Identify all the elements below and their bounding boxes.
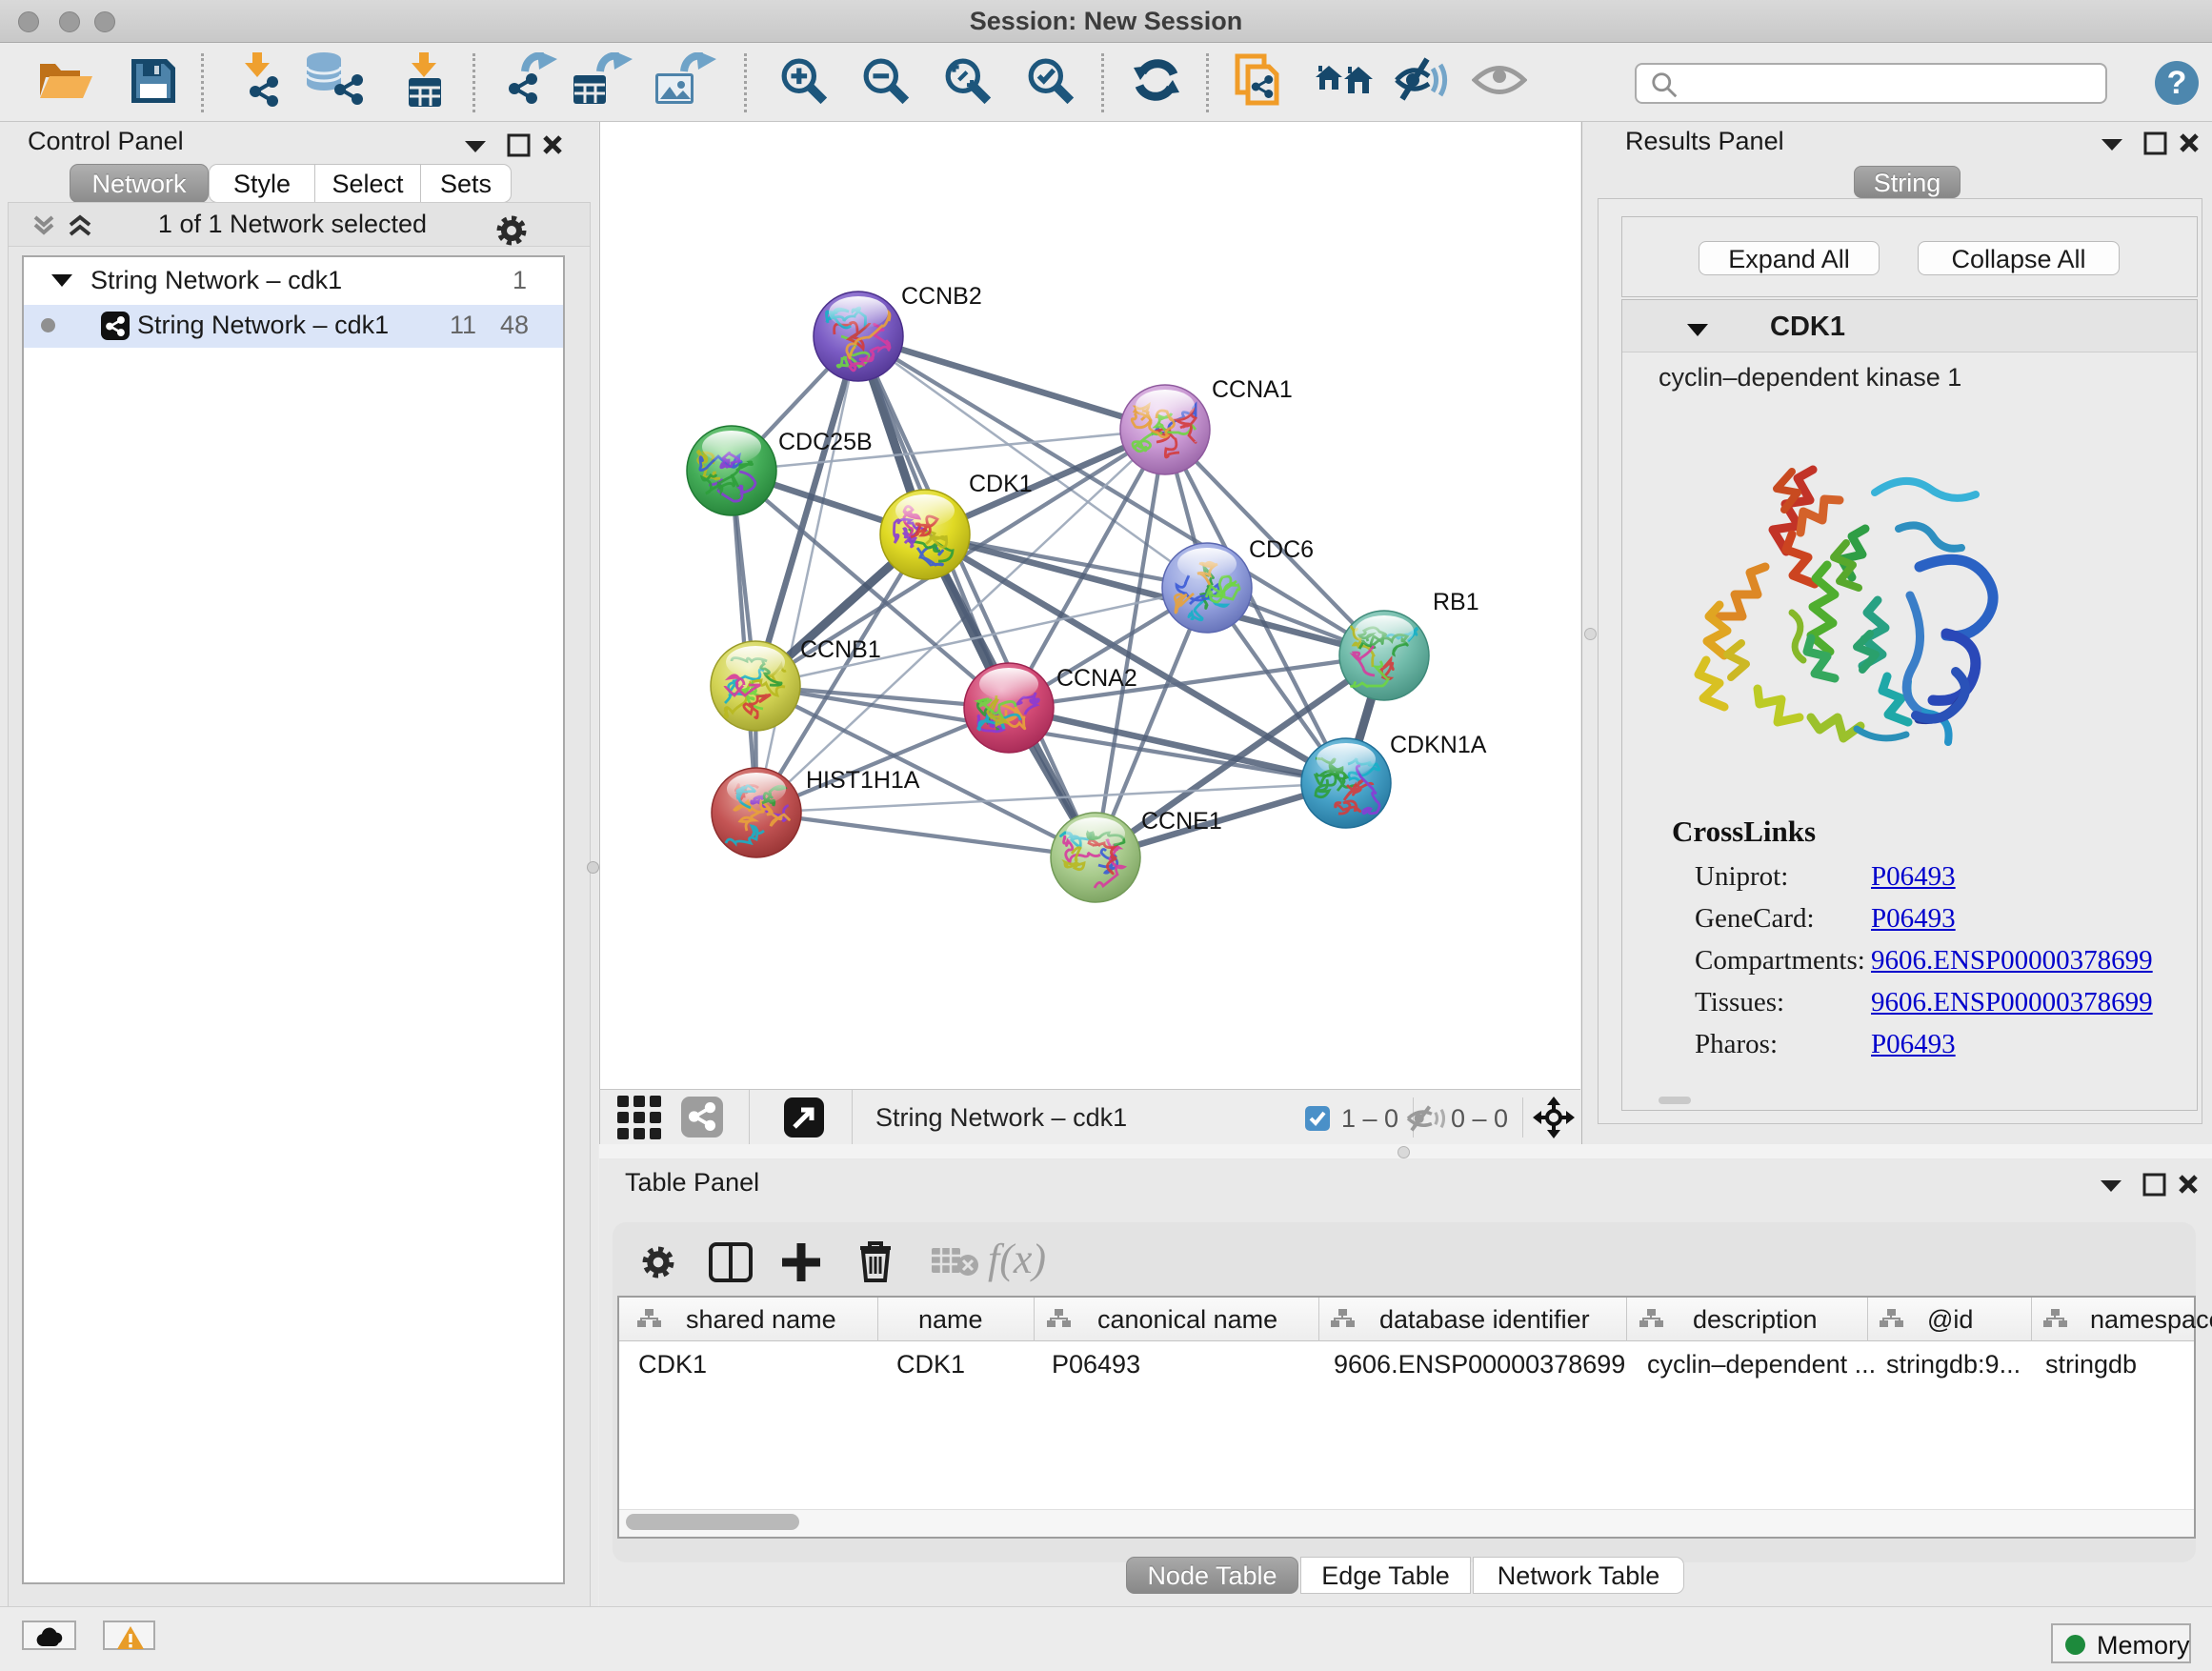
svg-text:CDC6: CDC6 xyxy=(1249,536,1314,563)
svg-text:CCNA1: CCNA1 xyxy=(1212,376,1293,403)
svg-text:CDK1: CDK1 xyxy=(969,471,1033,497)
svg-text:CDKN1A: CDKN1A xyxy=(1390,732,1487,758)
svg-text:CCNA2: CCNA2 xyxy=(1056,665,1137,692)
svg-text:RB1: RB1 xyxy=(1433,589,1479,615)
svg-text:CCNB2: CCNB2 xyxy=(901,283,982,310)
svg-text:CDC25B: CDC25B xyxy=(778,429,873,455)
svg-text:CCNE1: CCNE1 xyxy=(1141,808,1222,835)
svg-text:HIST1H1A: HIST1H1A xyxy=(806,767,920,794)
svg-text:CCNB1: CCNB1 xyxy=(800,636,881,663)
